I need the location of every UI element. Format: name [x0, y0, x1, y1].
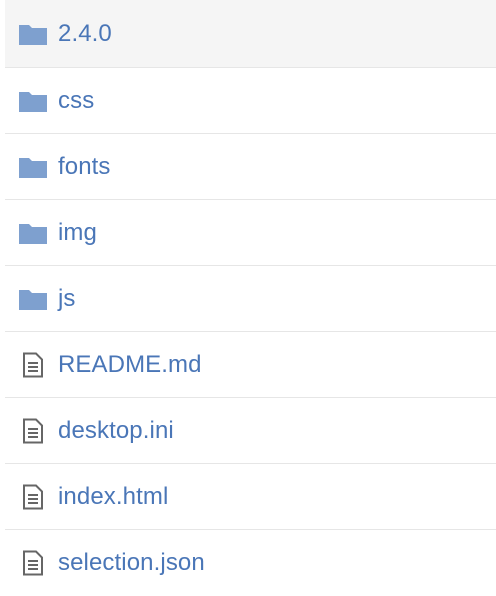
file-list-item-selection-json[interactable]: selection.json — [5, 530, 496, 596]
file-icon — [18, 352, 48, 378]
folder-icon — [18, 88, 48, 114]
file-list-item-img[interactable]: img — [5, 200, 496, 266]
file-list-item-label[interactable]: README.md — [58, 351, 202, 379]
file-icon — [18, 550, 48, 576]
file-list-item-label[interactable]: fonts — [58, 153, 111, 181]
file-list-item-label[interactable]: css — [58, 87, 94, 115]
file-list-item-label[interactable]: desktop.ini — [58, 417, 174, 445]
file-list: 2.4.0 css fonts img js README.md desktop… — [0, 0, 496, 592]
file-icon — [18, 484, 48, 510]
file-list-item-index-html[interactable]: index.html — [5, 464, 496, 530]
file-list-item-2-4-0[interactable]: 2.4.0 — [5, 0, 496, 68]
file-list-item-label[interactable]: 2.4.0 — [58, 20, 112, 48]
file-list-item-css[interactable]: css — [5, 68, 496, 134]
file-list-item-label[interactable]: index.html — [58, 483, 168, 511]
file-list-item-label[interactable]: selection.json — [58, 549, 205, 577]
file-list-item-label[interactable]: img — [58, 219, 97, 247]
folder-icon — [18, 220, 48, 246]
file-list-item-js[interactable]: js — [5, 266, 496, 332]
file-list-item-label[interactable]: js — [58, 285, 76, 313]
folder-icon — [18, 154, 48, 180]
folder-icon — [18, 286, 48, 312]
folder-icon — [18, 21, 48, 47]
file-list-item-fonts[interactable]: fonts — [5, 134, 496, 200]
file-list-item-desktop-ini[interactable]: desktop.ini — [5, 398, 496, 464]
file-list-item-readme-md[interactable]: README.md — [5, 332, 496, 398]
file-icon — [18, 418, 48, 444]
